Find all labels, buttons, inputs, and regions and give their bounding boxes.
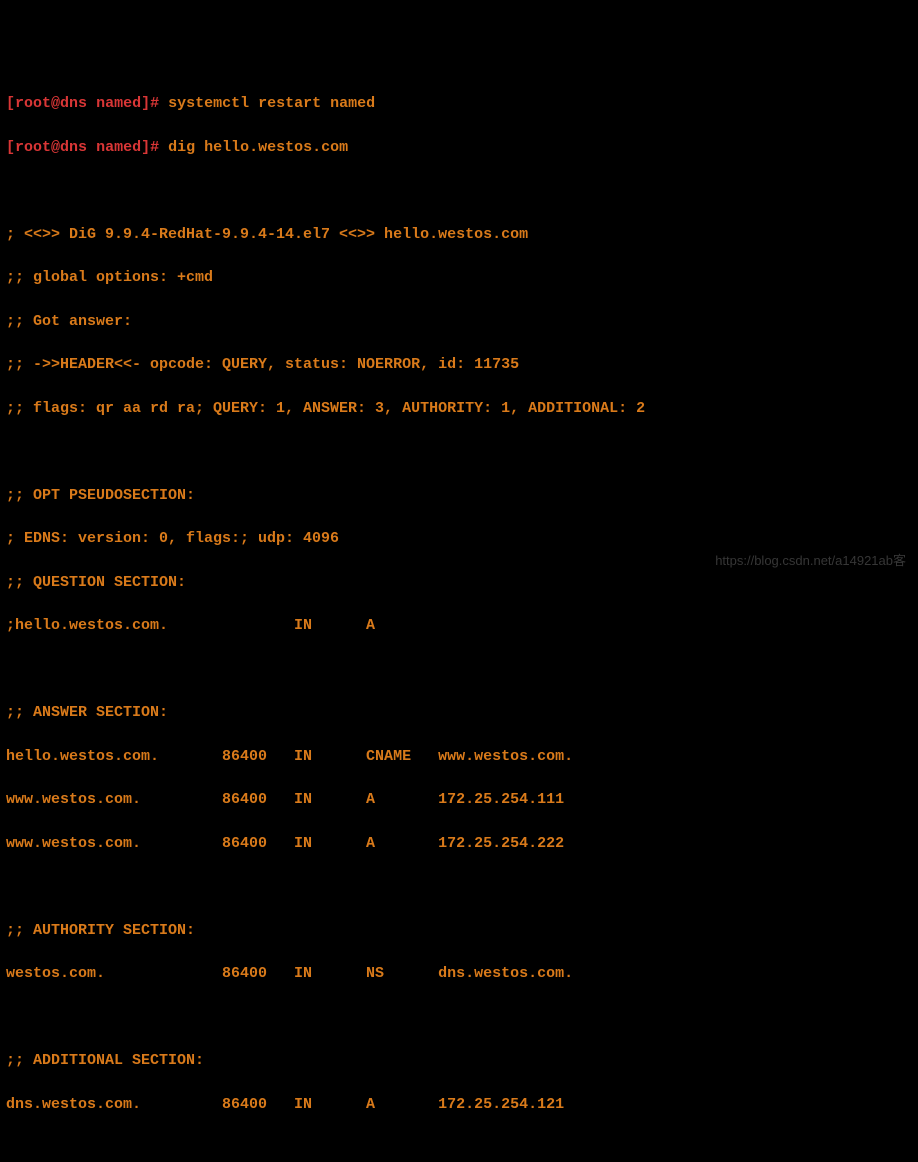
dig-additional-row-1: dns.westos.com. 86400 IN A 172.25.254.12… [6, 1094, 912, 1116]
blank-line [6, 1007, 912, 1029]
dig-authority-row-1: westos.com. 86400 IN NS dns.westos.com. [6, 963, 912, 985]
prompt-at: @ [51, 139, 60, 156]
dig-question-row: ;hello.westos.com. IN A [6, 615, 912, 637]
command-systemctl[interactable]: systemctl restart named [168, 95, 375, 112]
prompt-hash: # [150, 95, 168, 112]
blank-line [6, 659, 912, 681]
prompt-dir: named [96, 95, 141, 112]
dig-header: ;; ->>HEADER<<- opcode: QUERY, status: N… [6, 354, 912, 376]
prompt-close: ] [141, 139, 150, 156]
dig-flags: ;; flags: qr aa rd ra; QUERY: 1, ANSWER:… [6, 398, 912, 420]
dig-global-options: ;; global options: +cmd [6, 267, 912, 289]
prompt-dir: named [96, 139, 141, 156]
prompt-user: root [15, 95, 51, 112]
blank-line [6, 876, 912, 898]
dig-answer-header: ;; ANSWER SECTION: [6, 702, 912, 724]
dig-answer-row-2: www.westos.com. 86400 IN A 172.25.254.11… [6, 789, 912, 811]
prompt-user: root [15, 139, 51, 156]
prompt-space [87, 95, 96, 112]
prompt-line-1: [root@dns named]# systemctl restart name… [6, 93, 912, 115]
dig-question-header: ;; QUESTION SECTION: [6, 572, 912, 594]
prompt-line-2: [root@dns named]# dig hello.westos.com [6, 137, 912, 159]
dig-authority-header: ;; AUTHORITY SECTION: [6, 920, 912, 942]
dig-got-answer: ;; Got answer: [6, 311, 912, 333]
blank-line [6, 180, 912, 202]
prompt-space [87, 139, 96, 156]
dig-opt-pseudo: ;; OPT PSEUDOSECTION: [6, 485, 912, 507]
prompt-open: [ [6, 139, 15, 156]
blank-line [6, 441, 912, 463]
prompt-hash: # [150, 139, 168, 156]
prompt-close: ] [141, 95, 150, 112]
dig-edns: ; EDNS: version: 0, flags:; udp: 4096 [6, 528, 912, 550]
dig-answer-row-1: hello.westos.com. 86400 IN CNAME www.wes… [6, 746, 912, 768]
command-dig[interactable]: dig hello.westos.com [168, 139, 348, 156]
prompt-open: [ [6, 95, 15, 112]
dig-answer-row-3: www.westos.com. 86400 IN A 172.25.254.22… [6, 833, 912, 855]
dig-additional-header: ;; ADDITIONAL SECTION: [6, 1050, 912, 1072]
prompt-host: dns [60, 95, 87, 112]
watermark-text: https://blog.csdn.net/a14921ab客 [715, 552, 906, 571]
prompt-at: @ [51, 95, 60, 112]
dig-version: ; <<>> DiG 9.9.4-RedHat-9.9.4-14.el7 <<>… [6, 224, 912, 246]
prompt-host: dns [60, 139, 87, 156]
